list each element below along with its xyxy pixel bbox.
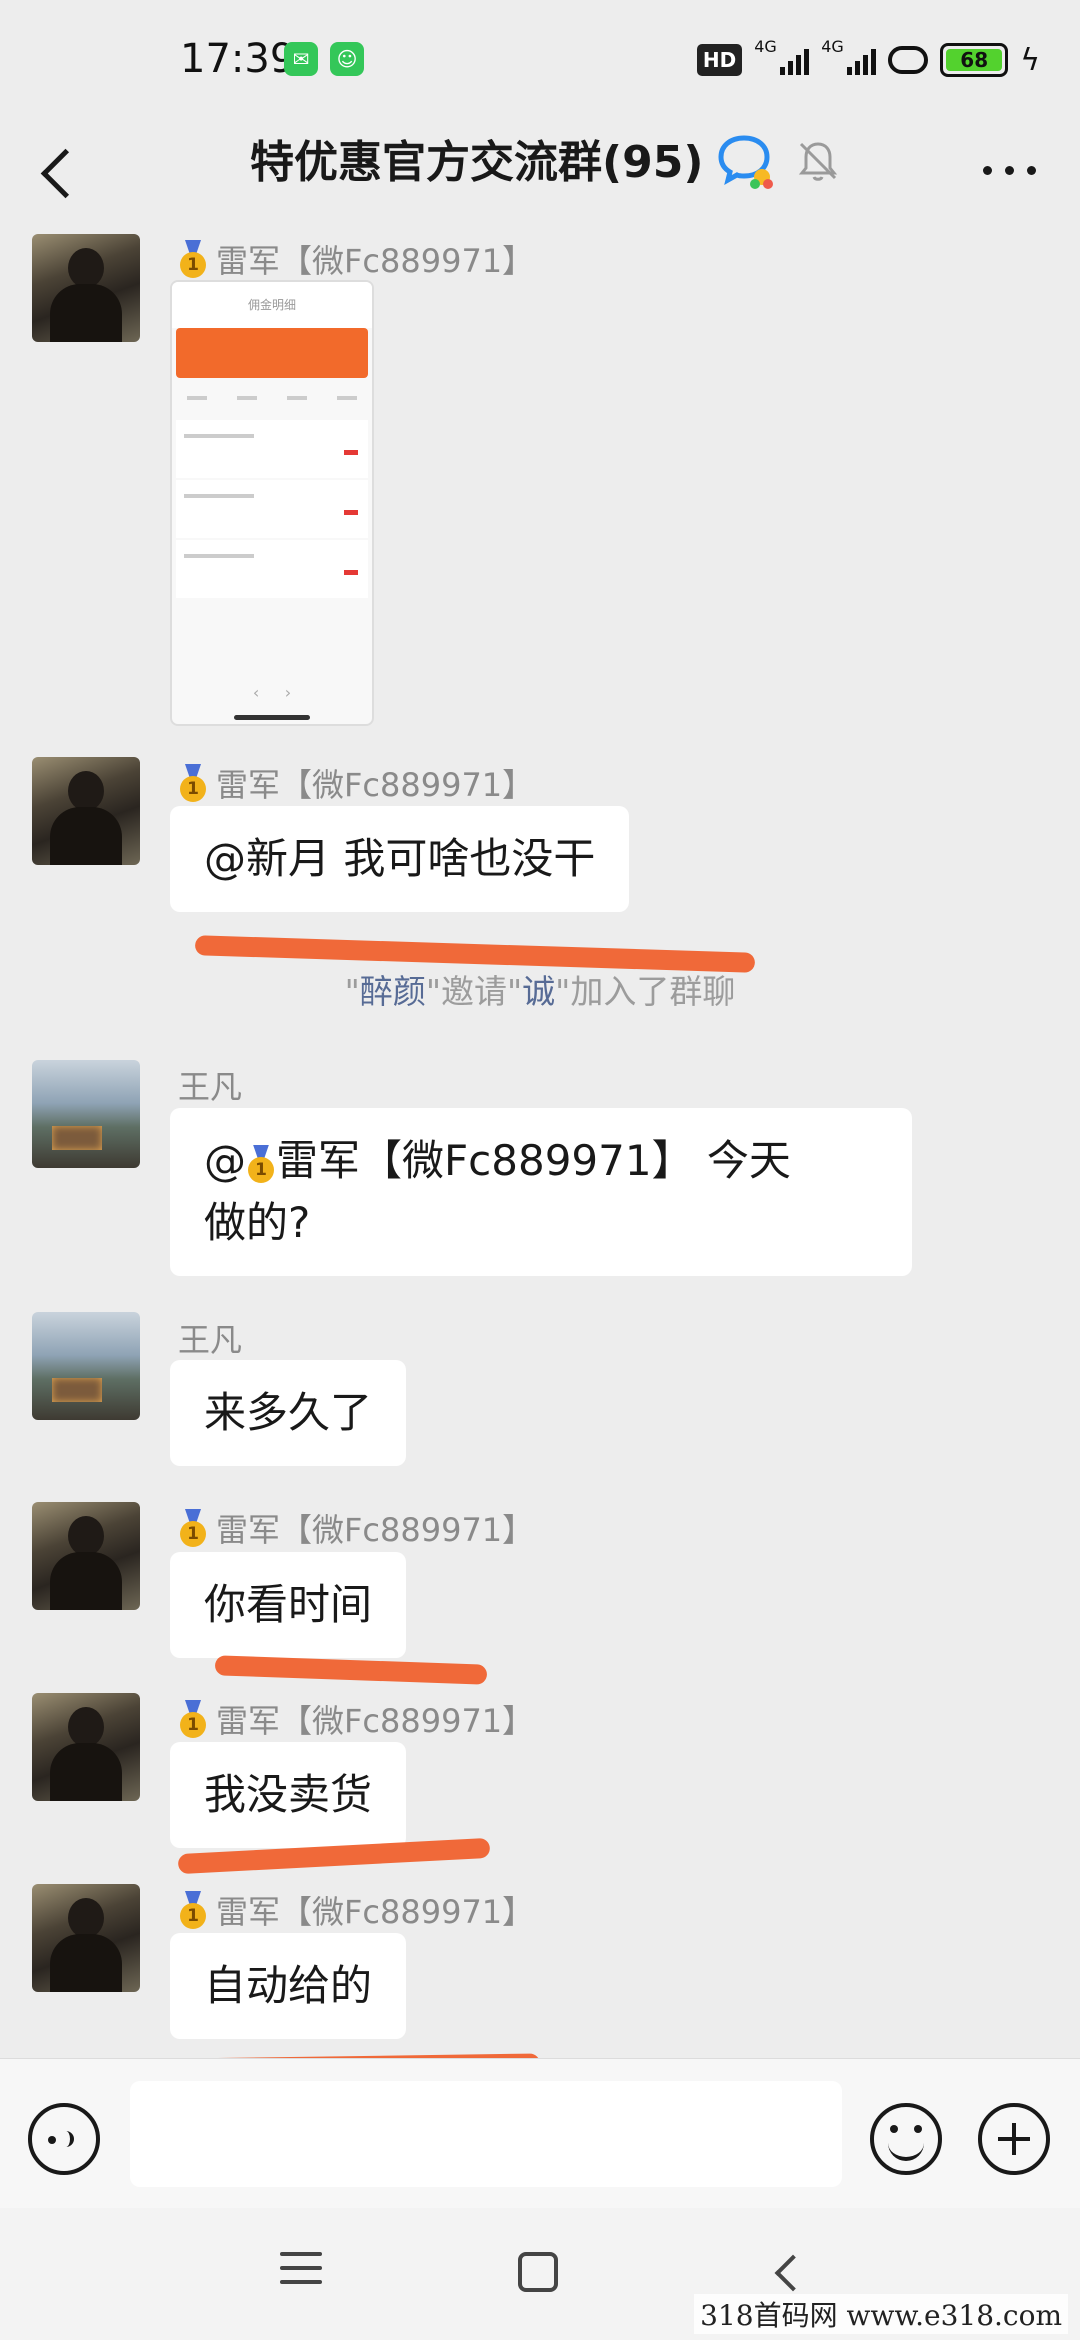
sender-name: 王凡 [178, 1062, 242, 1108]
message-bubble[interactable]: 来多久了 [170, 1360, 407, 1466]
avatar[interactable] [32, 1884, 140, 1992]
battery-icon: 68 [940, 43, 1009, 77]
system-text: "加入了群聊 [555, 972, 736, 1011]
image-nav: ‹ › [252, 683, 292, 702]
scribble-mark [214, 1655, 488, 1685]
battery-level: 68 [946, 48, 1003, 72]
sender-label: 雷军【微Fc889971】 [216, 242, 535, 280]
sender-label: 雷军【微Fc889971】 [216, 1893, 535, 1931]
app-notification-icon: ☺ [330, 42, 364, 76]
message-bubble[interactable]: 自动给的 [170, 1933, 407, 2039]
network-label: 4G [754, 37, 777, 56]
sender-name: 雷军【微Fc889971】 [178, 1505, 534, 1551]
input-bar [0, 2058, 1080, 2208]
avatar[interactable] [32, 1312, 140, 1420]
system-text: " [344, 972, 360, 1011]
system-message: "醉颜"邀请"诚"加入了群聊 [0, 965, 1080, 1013]
mention-at: @ [204, 1136, 246, 1185]
voice-input-button[interactable] [28, 2103, 100, 2175]
medal-icon [246, 1145, 276, 1183]
sender-name: 雷军【微Fc889971】 [178, 760, 534, 806]
sender-label: 王凡 [178, 1068, 243, 1106]
sender-name: 雷军【微Fc889971】 [178, 236, 534, 282]
sender-name: 雷军【微Fc889971】 [178, 1887, 534, 1933]
sender-label: 雷军【微Fc889971】 [216, 766, 535, 804]
invitee-link[interactable]: 诚 [522, 972, 555, 1011]
message-text: 做的? [204, 1198, 311, 1247]
group-chat-icon [718, 135, 773, 189]
page-title: 特优惠官方交流群(95) [250, 137, 704, 188]
avatar[interactable] [32, 1693, 140, 1801]
image-tabs [172, 378, 372, 418]
status-icons: HD 4G 4G 68 ϟ [696, 37, 1040, 80]
mute-bell-icon [798, 142, 838, 181]
image-row [176, 420, 368, 478]
inviter-link[interactable]: 醉颜 [360, 972, 426, 1011]
sender-label: 雷军【微Fc889971】 [216, 1702, 535, 1740]
avatar[interactable] [32, 757, 140, 865]
message-bubble[interactable]: 你看时间 [170, 1552, 407, 1658]
recent-apps-button[interactable] [280, 2252, 322, 2292]
message-bubble[interactable]: 我没卖货 [170, 1742, 407, 1848]
image-home-indicator [234, 715, 310, 720]
more-actions-button[interactable] [978, 2103, 1050, 2175]
sender-name: 王凡 [178, 1315, 242, 1361]
signal-icon: 4G [754, 37, 810, 75]
charging-icon: ϟ [1020, 42, 1040, 78]
avatar[interactable] [32, 1060, 140, 1168]
medal-icon [178, 764, 208, 802]
medal-icon [178, 1891, 208, 1929]
hd-badge: HD [696, 44, 743, 76]
hotspot-icon [888, 46, 929, 74]
emoji-button[interactable] [870, 2103, 942, 2175]
more-options-button[interactable] [975, 138, 1045, 198]
signal-icon: 4G [821, 37, 877, 75]
image-message[interactable]: 佣金明细 ‹ › [170, 280, 374, 726]
sender-name: 雷军【微Fc889971】 [178, 1696, 534, 1742]
status-time: 17:39 [180, 36, 296, 82]
system-nav-bar: 318首码网 www.e318.com [0, 2208, 1080, 2340]
watermark: 318首码网 www.e318.com [694, 2294, 1068, 2334]
back-button[interactable] [30, 138, 100, 208]
medal-icon [178, 1509, 208, 1547]
avatar[interactable] [32, 1502, 140, 1610]
sender-label: 雷军【微Fc889971】 [216, 1511, 535, 1549]
home-button[interactable] [518, 2252, 558, 2292]
message-input[interactable] [130, 2081, 842, 2187]
message-bubble[interactable]: @ 雷军【微Fc889971】 今天 做的? [170, 1108, 912, 1276]
avatar[interactable] [32, 234, 140, 342]
wechat-notification-icon: ✉ [284, 42, 318, 76]
image-banner [176, 328, 368, 378]
chat-header: 特优惠官方交流群(95) [0, 120, 1080, 220]
network-label: 4G [821, 37, 844, 56]
message-bubble[interactable]: @新月 我可啥也没干 [170, 806, 630, 912]
image-row [176, 540, 368, 598]
system-text: "邀请" [425, 972, 523, 1011]
status-bar: 17:39 ✉ ☺ HD 4G 4G 68 ϟ [0, 0, 1080, 120]
image-title: 佣金明细 [172, 282, 372, 328]
sender-label: 王凡 [178, 1321, 243, 1359]
medal-icon [178, 240, 208, 278]
image-row [176, 480, 368, 538]
medal-icon [178, 1700, 208, 1738]
message-text: 雷军【微Fc889971】 今天 [276, 1136, 791, 1185]
system-back-button[interactable] [770, 2256, 802, 2288]
